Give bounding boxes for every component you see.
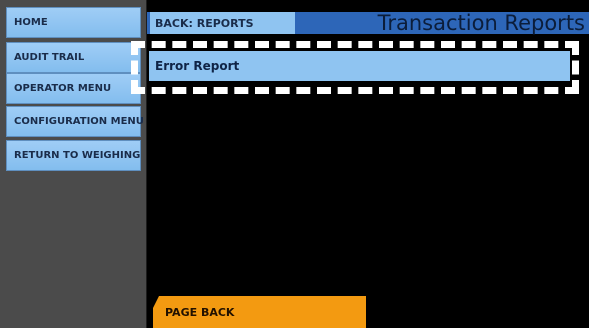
sidebar: HOME AUDIT TRAIL OPERATOR MENU CONFIGURA…	[0, 0, 146, 328]
page-back-button[interactable]: PAGE BACK	[153, 296, 366, 328]
back-reports-button[interactable]: BACK: REPORTS	[150, 12, 295, 34]
sidebar-item-home[interactable]: HOME	[6, 7, 141, 38]
sidebar-item-operator-menu[interactable]: OPERATOR MENU	[6, 73, 141, 104]
sidebar-item-return-to-weighing[interactable]: RETURN TO WEIGHING	[6, 140, 141, 171]
page-title: Transaction Reports	[377, 11, 585, 35]
error-report-item[interactable]: Error Report	[149, 51, 570, 81]
sidebar-item-audit-trail[interactable]: AUDIT TRAIL	[6, 42, 141, 73]
sidebar-item-configuration-menu[interactable]: CONFIGURATION MENU	[6, 106, 144, 137]
